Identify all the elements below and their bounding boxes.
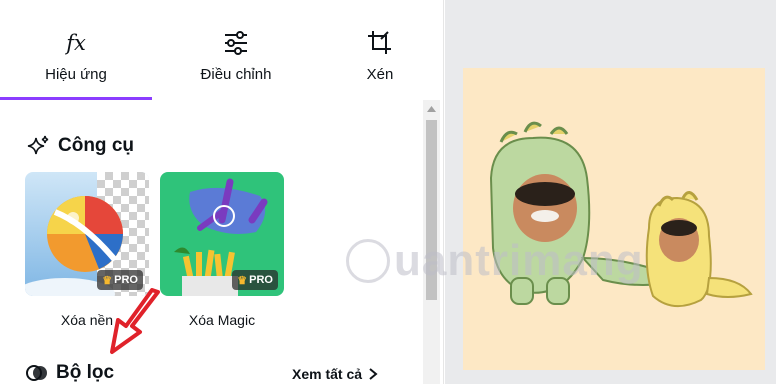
tools-section-title: Công cụ [26,134,134,158]
filters-section-title: Bộ lọc [26,362,114,384]
filter-icon [26,365,47,381]
pro-badge: ♛ PRO [97,270,143,290]
tools-section-label: Công cụ [58,135,134,156]
chevron-right-icon [369,368,378,380]
tab-effects[interactable]: fx Hiệu ứng [0,0,152,100]
tool-label-magic-eraser: Xóa Magic [188,312,256,328]
editor-root: fx Hiệu ứng Điều chỉnh Xén Công cụ ♛ PRO… [0,0,776,384]
fx-icon: fx [66,31,86,55]
tab-adjust[interactable]: Điều chỉnh [160,0,312,100]
pro-badge-label: PRO [249,274,273,286]
crown-icon: ♛ [102,274,113,287]
tool-card-magic-eraser[interactable]: ♛ PRO [160,172,284,296]
sliders-icon [221,28,251,58]
crown-icon: ♛ [237,274,248,287]
see-all-label: Xem tất cả [292,366,363,382]
see-all-filters-link[interactable]: Xem tất cả [292,366,378,382]
watermark: uantrimang [346,236,644,286]
edit-photo-panel: fx Hiệu ứng Điều chỉnh Xén Công cụ ♛ PRO… [0,0,444,384]
sparkles-icon [27,135,49,155]
red-arrow-annotation [110,288,160,354]
watermark-text: uantrimang [394,236,644,285]
crop-icon [365,28,395,58]
filters-section-label: Bộ lọc [56,362,115,383]
pro-badge-label: PRO [114,274,138,286]
tool-card-remove-background[interactable]: ♛ PRO [25,172,149,296]
watermark-bulb-icon [346,239,390,283]
design-canvas[interactable] [463,68,765,370]
tab-adjust-label: Điều chỉnh [200,66,272,83]
dinosaur-costume-image [489,121,753,307]
tab-crop-label: Xén [366,66,394,83]
tab-effects-label: Hiệu ứng [45,66,107,83]
pro-badge: ♛ PRO [232,270,278,290]
tab-crop[interactable]: Xén [330,0,430,100]
scroll-up-icon[interactable] [423,102,440,116]
active-tab-indicator [0,97,152,100]
